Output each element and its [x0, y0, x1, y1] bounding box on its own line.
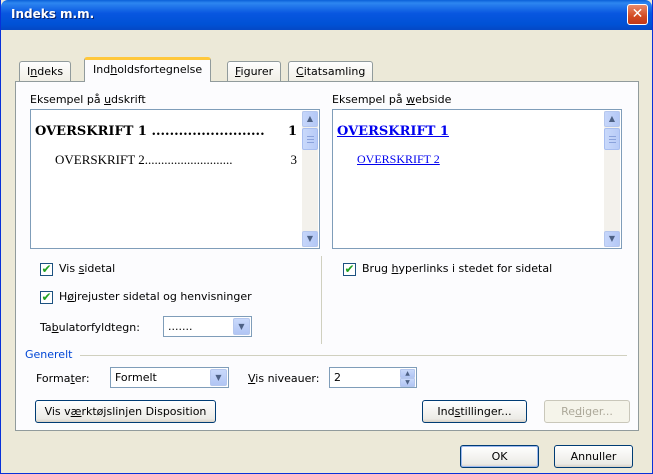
scroll-thumb[interactable]	[604, 128, 620, 150]
levels-value: 2	[334, 371, 341, 384]
tab-label: Ind	[93, 63, 111, 76]
tab-label: itatsamling	[303, 65, 366, 78]
settings-button[interactable]: Indstillinger...	[422, 400, 527, 423]
formats-label: Formater:	[36, 372, 90, 385]
web-heading-2-link[interactable]: OVERSKRIFT 2	[357, 152, 440, 167]
print-preview-content: OVERSKRIFT 1 ......................... 1…	[33, 112, 301, 246]
print-heading-1-page: 1	[287, 124, 297, 139]
print-preview-scrollbar[interactable]: ▲ ▼	[302, 111, 318, 247]
tab-panel: Eksempel på udskrift OVERSKRIFT 1 ......…	[15, 81, 639, 431]
spin-down-icon[interactable]: ▼	[400, 378, 415, 387]
levels-spinner[interactable]: 2 ▲ ▼	[329, 367, 417, 388]
web-heading-1-link[interactable]: OVERSKRIFT 1	[337, 124, 449, 139]
use-hyperlinks-label: Brug hyperlinks i stedet for sidetal	[362, 262, 553, 275]
levels-label: Vis niveauer:	[248, 372, 320, 385]
scroll-thumb[interactable]	[302, 128, 318, 150]
print-heading-1: OVERSKRIFT 1 .........................	[35, 124, 265, 139]
web-preview-label: Eksempel på webside	[332, 93, 452, 106]
column-divider	[321, 256, 322, 344]
tab-figurer[interactable]: Figurer	[227, 61, 282, 81]
web-preview-content: OVERSKRIFT 1 OVERSKRIFT 2	[335, 112, 603, 246]
web-preview-box: OVERSKRIFT 1 OVERSKRIFT 2 ▲ ▼	[332, 109, 622, 249]
scroll-down-arrow-icon[interactable]: ▼	[604, 231, 620, 247]
print-preview-box: OVERSKRIFT 1 ......................... 1…	[30, 109, 320, 249]
title-bar[interactable]: Indeks m.m. ✕	[1, 0, 652, 30]
tab-label: deks	[37, 65, 64, 78]
tab-leader-value: .......	[168, 320, 193, 333]
chevron-down-icon[interactable]: ▼	[210, 369, 227, 386]
edit-button[interactable]: Rediger...	[544, 400, 630, 423]
ok-button[interactable]: OK	[460, 445, 539, 468]
tab-citatsamling[interactable]: Citatsamling	[288, 61, 374, 81]
show-page-numbers-checkbox[interactable]: ✔	[40, 263, 53, 276]
window-title: Indeks m.m.	[11, 7, 95, 21]
tab-label: oldsfortegnelse	[117, 63, 203, 76]
print-heading-2-page: 3	[290, 152, 298, 167]
right-align-checkbox[interactable]: ✔	[40, 291, 53, 304]
cancel-button[interactable]: Annuller	[554, 445, 633, 468]
tab-indeks[interactable]: Indeks	[19, 61, 72, 81]
formats-dropdown[interactable]: Formelt ▼	[110, 367, 229, 388]
use-hyperlinks-checkbox[interactable]: ✔	[343, 263, 356, 276]
tab-label: igurer	[240, 65, 274, 78]
chevron-down-icon[interactable]: ▼	[233, 318, 250, 335]
scroll-down-arrow-icon[interactable]: ▼	[302, 231, 318, 247]
close-icon[interactable]: ✕	[627, 4, 648, 25]
spin-up-icon[interactable]: ▲	[400, 369, 415, 378]
general-section-divider	[80, 355, 627, 356]
tab-label-accel: C	[296, 65, 304, 78]
tab-leader-label: Tabulatorfyldtegn:	[40, 321, 140, 334]
right-align-label: Højrejuster sidetal og henvisninger	[59, 290, 252, 303]
scroll-up-arrow-icon[interactable]: ▲	[302, 111, 318, 127]
dialog-window: Indeks m.m. ✕ Indeks Indholdsfortegnelse…	[0, 0, 653, 474]
tab-indholdsfortegnelse[interactable]: Indholdsfortegnelse	[84, 57, 212, 82]
general-section-label: Generelt	[25, 348, 73, 361]
scroll-up-arrow-icon[interactable]: ▲	[604, 111, 620, 127]
show-outline-toolbar-button[interactable]: Vis værktøjslinjen Disposition	[35, 400, 216, 423]
print-heading-2: OVERSKRIFT 2...........................	[55, 152, 233, 167]
formats-value: Formelt	[115, 371, 157, 384]
tab-leader-dropdown[interactable]: ....... ▼	[163, 316, 252, 337]
web-preview-scrollbar[interactable]: ▲ ▼	[604, 111, 620, 247]
show-page-numbers-label: Vis sidetal	[59, 262, 116, 275]
print-preview-label: Eksempel på udskrift	[30, 93, 146, 106]
